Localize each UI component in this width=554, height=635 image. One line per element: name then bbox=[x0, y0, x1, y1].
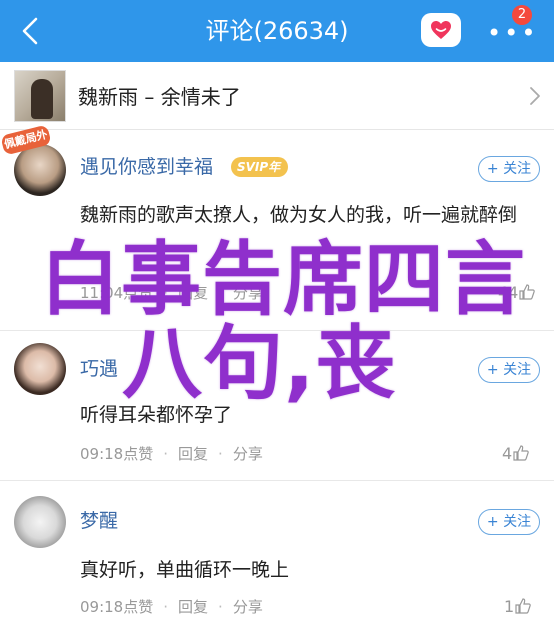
thumbs-up-icon bbox=[513, 445, 529, 461]
like-count[interactable]: 4 bbox=[502, 444, 530, 464]
comment-text: 魏新雨的歌声太撩人，做为女人的我，听一遍就醉倒 bbox=[80, 204, 518, 226]
reply-link[interactable]: 回复 bbox=[178, 598, 208, 616]
follow-button[interactable]: + 关注 bbox=[478, 357, 540, 383]
comment-like-label[interactable]: 点赞 bbox=[123, 445, 153, 463]
share-link[interactable]: 分享 bbox=[233, 598, 263, 616]
top-bar: 评论(26634) ••• 2 bbox=[0, 0, 554, 62]
heart-icon bbox=[431, 21, 451, 39]
like-count[interactable]: 44 bbox=[498, 283, 536, 303]
like-count[interactable]: 1 bbox=[504, 597, 532, 617]
song-title: 魏新雨 – 余情未了 bbox=[78, 85, 241, 109]
thumbs-up-icon bbox=[515, 598, 531, 614]
album-cover bbox=[14, 70, 66, 122]
follow-button[interactable]: + 关注 bbox=[478, 509, 540, 535]
reply-link[interactable]: 回复 bbox=[178, 284, 208, 302]
thumbs-up-icon bbox=[519, 284, 536, 300]
favorite-button[interactable] bbox=[421, 13, 461, 47]
like-count-value: 1 bbox=[504, 597, 515, 616]
comment-username[interactable]: 巧遇 bbox=[80, 357, 118, 381]
comment-username[interactable]: 梦醒 bbox=[80, 509, 118, 533]
comment-username[interactable]: 遇见你感到幸福 bbox=[80, 155, 213, 179]
notification-badge: 2 bbox=[512, 5, 532, 25]
page-title: 评论(26634) bbox=[205, 17, 349, 45]
comment-time: 09:18 bbox=[80, 598, 124, 616]
reply-link[interactable]: 回复 bbox=[178, 445, 208, 463]
comment-time: 11:04 bbox=[80, 284, 124, 302]
share-link[interactable]: 分享 bbox=[233, 445, 263, 463]
avatar[interactable] bbox=[14, 144, 66, 196]
comment-like-label[interactable]: 点赞 bbox=[123, 284, 153, 302]
avatar[interactable] bbox=[14, 496, 66, 548]
chevron-right-icon bbox=[530, 87, 540, 105]
avatar[interactable] bbox=[14, 343, 66, 395]
comment-item: 梦醒 + 关注 真好听，单曲循环一晚上 09:18点赞 · 回复 · 分享 1 bbox=[0, 482, 554, 635]
share-link[interactable]: 分享 bbox=[233, 284, 263, 302]
more-icon: ••• bbox=[487, 19, 539, 47]
song-row[interactable]: 魏新雨 – 余情未了 bbox=[0, 62, 554, 130]
comment-item: 巧遇 + 关注 听得耳朵都怀孕了 09:18点赞 · 回复 · 分享 4 bbox=[0, 331, 554, 481]
svip-badge: SVIP年 bbox=[231, 157, 289, 177]
comment-text: 真好听，单曲循环一晚上 bbox=[80, 559, 290, 581]
comment-item: 遇见你感到幸福 SVIP年 + 关注 魏新雨的歌声太撩人，做为女人的我，听一遍就… bbox=[0, 131, 554, 331]
comment-meta: 11:04点赞 · 回复 · 分享 bbox=[80, 284, 263, 302]
comment-time: 09:18 bbox=[80, 445, 124, 463]
comment-like-label[interactable]: 点赞 bbox=[123, 598, 153, 616]
more-button[interactable]: ••• 2 bbox=[483, 5, 535, 48]
follow-button[interactable]: + 关注 bbox=[478, 156, 540, 182]
like-count-value: 44 bbox=[498, 283, 519, 302]
comment-meta: 09:18点赞 · 回复 · 分享 bbox=[80, 445, 263, 463]
comment-text: 听得耳朵都怀孕了 bbox=[80, 404, 233, 426]
like-count-value: 4 bbox=[502, 444, 513, 463]
comment-meta: 09:18点赞 · 回复 · 分享 bbox=[80, 598, 263, 616]
